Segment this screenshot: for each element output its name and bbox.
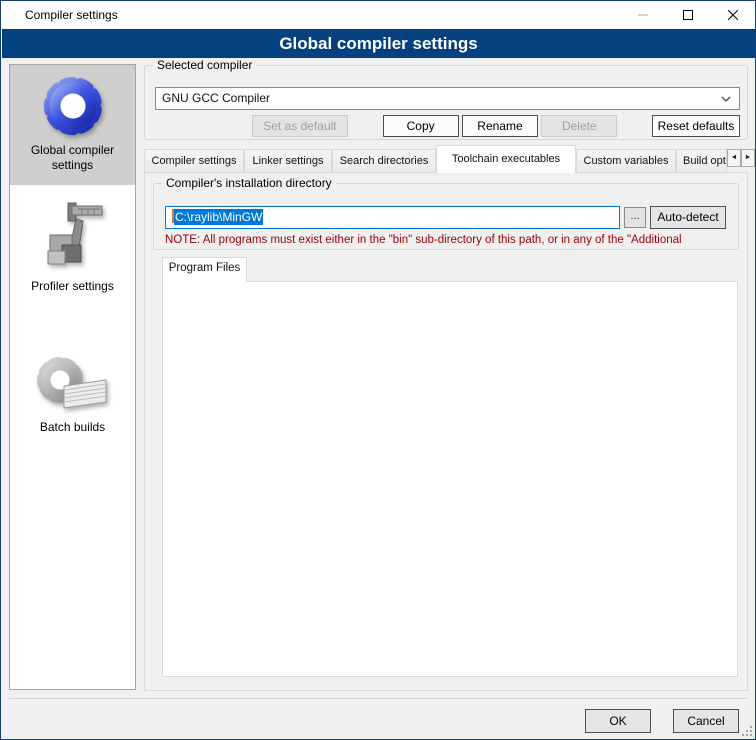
page-title: Global compiler settings bbox=[2, 29, 755, 58]
resize-grip[interactable] bbox=[742, 726, 752, 736]
tab-scroll-left-button[interactable]: ◄ bbox=[727, 149, 741, 167]
footer-divider bbox=[9, 698, 747, 699]
cancel-button[interactable]: Cancel bbox=[673, 709, 739, 733]
subtab-program-files[interactable]: Program Files bbox=[162, 257, 247, 282]
gear-icon bbox=[38, 71, 108, 141]
arrow-right-icon: ► bbox=[745, 154, 752, 161]
maximize-button[interactable] bbox=[665, 1, 710, 29]
set-as-default-button: Set as default bbox=[252, 115, 348, 137]
caliper-icon bbox=[38, 197, 108, 277]
chevron-down-icon bbox=[721, 96, 731, 102]
close-button[interactable] bbox=[710, 1, 755, 29]
minimize-icon bbox=[638, 10, 648, 20]
auto-detect-button[interactable]: Auto-detect bbox=[650, 206, 726, 229]
settings-category-list: Global compiler settings Profiler settin… bbox=[9, 64, 136, 690]
compiler-select-value: GNU GCC Compiler bbox=[162, 91, 270, 105]
selected-compiler-group-label: Selected compiler bbox=[153, 58, 256, 72]
maximize-icon bbox=[683, 10, 693, 20]
program-files-page bbox=[162, 281, 738, 677]
reset-defaults-button[interactable]: Reset defaults bbox=[652, 115, 740, 137]
installation-directory-group-label: Compiler's installation directory bbox=[162, 176, 336, 190]
compiler-select[interactable]: GNU GCC Compiler bbox=[155, 87, 740, 110]
tab-scroll-right-button[interactable]: ► bbox=[741, 149, 755, 167]
browse-directory-button[interactable]: ... bbox=[624, 207, 646, 228]
sidebar-item-label: Profiler settings bbox=[10, 277, 135, 302]
installation-directory-input[interactable]: C:\raylib\MinGW bbox=[165, 206, 620, 229]
window-title: Compiler settings bbox=[25, 8, 118, 22]
compiler-settings-dialog: Compiler settings Global compiler settin… bbox=[0, 0, 756, 740]
title-bar: Compiler settings bbox=[1, 1, 755, 29]
sidebar-item-label: Batch builds bbox=[10, 418, 135, 443]
sidebar-item-profiler-settings[interactable]: Profiler settings bbox=[10, 185, 135, 318]
tab-custom-variables[interactable]: Custom variables bbox=[576, 149, 676, 173]
tab-compiler-settings[interactable]: Compiler settings bbox=[144, 149, 244, 173]
batch-builds-icon bbox=[34, 352, 112, 418]
ok-button[interactable]: OK bbox=[585, 709, 651, 733]
arrow-left-icon: ◄ bbox=[731, 154, 738, 161]
ellipsis-icon: ... bbox=[630, 210, 639, 222]
selected-compiler-group: Selected compiler GNU GCC Compiler Set a… bbox=[144, 65, 748, 140]
close-icon bbox=[728, 10, 738, 20]
sidebar-item-batch-builds[interactable]: Batch builds bbox=[10, 318, 135, 443]
tab-search-directories[interactable]: Search directories bbox=[332, 149, 436, 173]
rename-button[interactable]: Rename bbox=[462, 115, 538, 137]
delete-button: Delete bbox=[541, 115, 617, 137]
installation-directory-group: Compiler's installation directory C:\ray… bbox=[153, 183, 739, 250]
minimize-button[interactable] bbox=[620, 1, 665, 29]
copy-button[interactable]: Copy bbox=[383, 115, 459, 137]
tab-build-options[interactable]: Build options bbox=[676, 149, 727, 173]
sidebar-item-global-compiler-settings[interactable]: Global compiler settings bbox=[10, 65, 135, 185]
bin-subdirectory-note: NOTE: All programs must exist either in … bbox=[165, 234, 735, 246]
tab-toolchain-executables[interactable]: Toolchain executables bbox=[436, 145, 576, 173]
tab-linker-settings[interactable]: Linker settings bbox=[244, 149, 332, 173]
installation-directory-value: C:\raylib\MinGW bbox=[174, 209, 263, 225]
sidebar-item-label: Global compiler settings bbox=[10, 141, 135, 181]
